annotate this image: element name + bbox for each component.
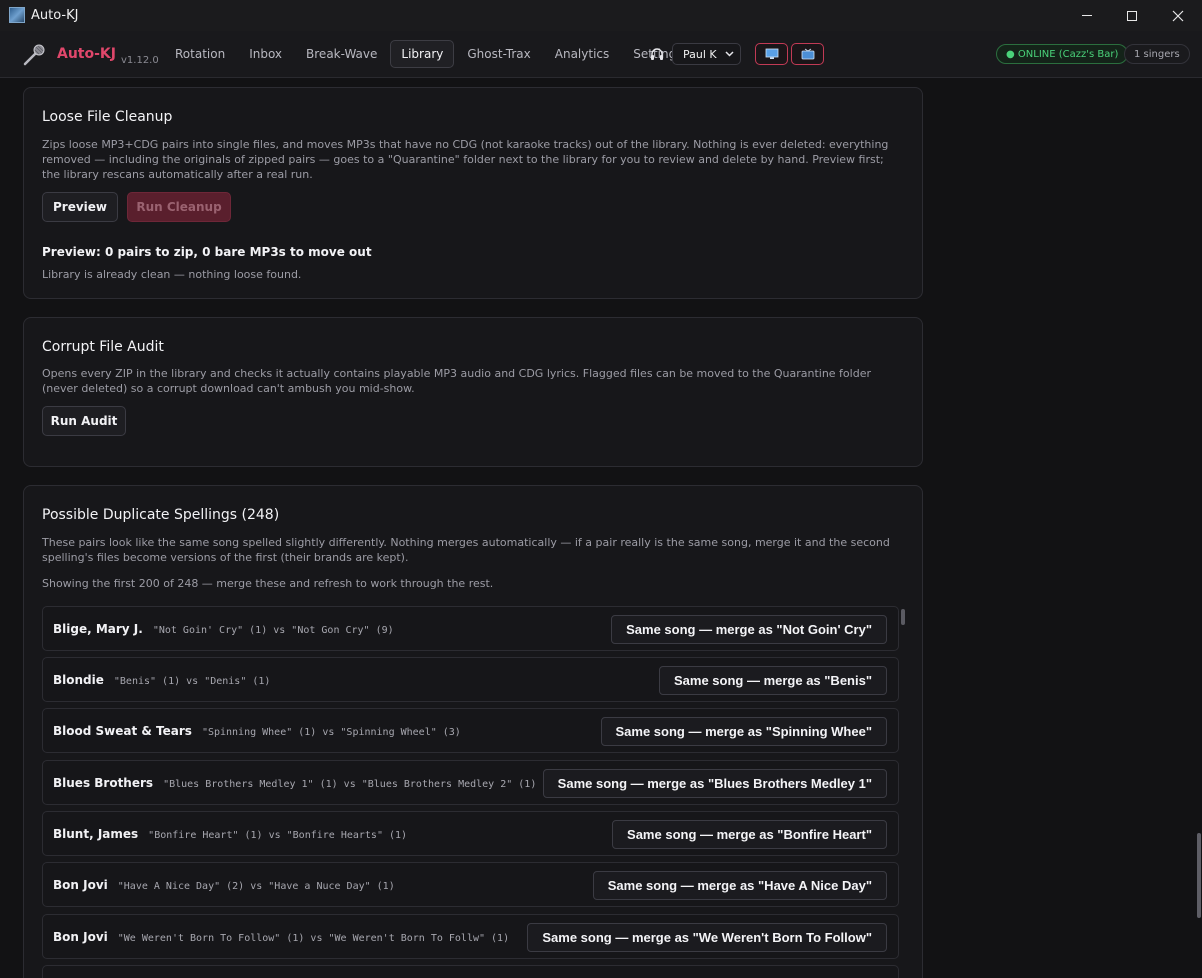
main-nav: Rotation Inbox Break-Wave Library Ghost-… bbox=[164, 40, 695, 68]
chevron-down-icon bbox=[725, 51, 734, 57]
preview-note: Library is already clean — nothing loose… bbox=[42, 268, 302, 281]
tv-icon bbox=[801, 48, 814, 60]
duplicate-artist: Blige, Mary J. "Not Goin' Cry" (1) vs "No… bbox=[53, 622, 394, 636]
duplicate-row: Bon Jovi "We Weren't Born To Follow" (1) … bbox=[42, 914, 899, 959]
duplicate-list-scrollbar[interactable] bbox=[901, 609, 905, 625]
tab-rotation[interactable]: Rotation bbox=[164, 40, 236, 68]
microphone-logo-icon bbox=[23, 44, 45, 66]
duplicate-row: Blood Sweat & Tears "Spinning Whee" (1) v… bbox=[42, 708, 899, 753]
tab-library[interactable]: Library bbox=[390, 40, 455, 68]
maximize-icon[interactable] bbox=[1109, 0, 1155, 31]
merge-button[interactable]: Same song — merge as "We Weren't Born To… bbox=[527, 923, 887, 952]
monitor-icon bbox=[765, 48, 778, 59]
audit-title: Corrupt File Audit bbox=[42, 339, 164, 355]
merge-button[interactable]: Same song — merge as "Have A Nice Day" bbox=[592, 871, 887, 900]
loose-file-cleanup-card: Loose File Cleanup Zips loose MP3+CDG pa… bbox=[23, 87, 923, 299]
cleanup-description: Zips loose MP3+CDG pairs into single fil… bbox=[42, 138, 889, 181]
library-content[interactable]: Loose File Cleanup Zips loose MP3+CDG pa… bbox=[0, 78, 1202, 978]
headphones-icon[interactable] bbox=[650, 47, 664, 61]
user-select[interactable]: Paul K bbox=[672, 43, 741, 65]
merge-button[interactable]: Same song — merge as "Benis" bbox=[658, 666, 887, 695]
duplicate-detail: "Spinning Whee" (1) vs "Spinning Wheel" … bbox=[201, 727, 461, 738]
merge-button[interactable]: Same song — merge as "Bonfire Heart" bbox=[612, 820, 887, 849]
duplicate-spellings-card: Possible Duplicate Spellings (248) These… bbox=[23, 485, 923, 978]
duplicate-detail: "Benis" (1) vs "Denis" (1) bbox=[113, 676, 271, 687]
tab-ghost-trax[interactable]: Ghost-Trax bbox=[456, 40, 541, 68]
page-scrollbar[interactable] bbox=[1197, 833, 1201, 918]
duplicates-description: These pairs look like the same song spel… bbox=[42, 536, 890, 564]
duplicate-row: Blondie "Benis" (1) vs "Denis" (1) Same s… bbox=[42, 657, 899, 702]
duplicate-detail: "Not Goin' Cry" (1) vs "Not Gon Cry" (9) bbox=[152, 625, 394, 636]
singers-count-badge: 1 singers bbox=[1124, 44, 1190, 64]
tab-inbox[interactable]: Inbox bbox=[238, 40, 293, 68]
duplicate-detail: "We Weren't Born To Follow" (1) vs "We W… bbox=[117, 933, 510, 944]
close-icon[interactable] bbox=[1155, 0, 1201, 31]
preview-button[interactable]: Preview bbox=[42, 192, 118, 222]
app-icon bbox=[9, 7, 25, 23]
run-cleanup-button[interactable]: Run Cleanup bbox=[127, 192, 231, 222]
duplicate-artist: Blondie "Benis" (1) vs "Denis" (1) bbox=[53, 673, 271, 687]
duplicate-detail: "Have A Nice Day" (2) vs "Have a Nuce Da… bbox=[117, 881, 395, 892]
brand-name: Auto-KJ bbox=[57, 46, 116, 62]
tv-screen-button[interactable] bbox=[791, 43, 824, 65]
preview-result: Preview: 0 pairs to zip, 0 bare MP3s to … bbox=[42, 245, 372, 259]
window-titlebar: Auto-KJ bbox=[0, 0, 1202, 31]
duplicate-artist: Bon Jovi "Have A Nice Day" (2) vs "Have a… bbox=[53, 878, 395, 892]
duplicate-detail: "Bonfire Heart" (1) vs "Bonfire Hearts" … bbox=[148, 830, 408, 841]
duplicates-title: Possible Duplicate Spellings (248) bbox=[42, 507, 280, 523]
merge-button[interactable]: Same song — merge as "Blues Brothers Med… bbox=[542, 769, 887, 798]
merge-button[interactable]: Same song — merge as "Not Goin' Cry" bbox=[611, 615, 887, 644]
duplicate-row: Blige, Mary J. "Not Goin' Cry" (1) vs "No… bbox=[42, 606, 899, 651]
duplicate-row: Blues Brothers "Blues Brothers Medley 1" … bbox=[42, 760, 899, 805]
duplicate-detail: "Blues Brothers Medley 1" (1) vs "Blues … bbox=[163, 779, 537, 790]
merge-button[interactable]: Same song — merge as "Spinning Whee" bbox=[600, 717, 887, 746]
app-header: Auto-KJ v1.12.0 Rotation Inbox Break-Wav… bbox=[0, 31, 1202, 78]
tab-analytics[interactable]: Analytics bbox=[544, 40, 621, 68]
duplicates-showing-note: Showing the first 200 of 248 — merge the… bbox=[42, 577, 494, 590]
duplicate-row: Bon Jovi "Have A Nice Day" (2) vs "Have a… bbox=[42, 862, 899, 907]
corrupt-file-audit-card: Corrupt File Audit Opens every ZIP in th… bbox=[23, 317, 923, 467]
duplicate-artist: Bon Jovi "We Weren't Born To Follow" (1) … bbox=[53, 930, 510, 944]
duplicate-artist: Blunt, James "Bonfire Heart" (1) vs "Bonf… bbox=[53, 827, 408, 841]
display-screen-button[interactable] bbox=[755, 43, 788, 65]
minimize-icon[interactable] bbox=[1064, 0, 1110, 31]
run-audit-button[interactable]: Run Audit bbox=[42, 406, 126, 436]
duplicate-row: Blunt, James "Bonfire Heart" (1) vs "Bonf… bbox=[42, 811, 899, 856]
online-status-badge: ● ONLINE (Cazz's Bar) bbox=[996, 44, 1129, 64]
duplicate-artist: Blood Sweat & Tears "Spinning Whee" (1) v… bbox=[53, 724, 461, 738]
version-label: v1.12.0 bbox=[121, 55, 159, 66]
cleanup-title: Loose File Cleanup bbox=[42, 109, 173, 125]
user-select-value: Paul K bbox=[683, 47, 717, 61]
tab-break-wave[interactable]: Break-Wave bbox=[295, 40, 388, 68]
duplicate-row-partial bbox=[42, 965, 899, 978]
audit-description: Opens every ZIP in the library and check… bbox=[42, 367, 871, 395]
window-title: Auto-KJ bbox=[31, 8, 79, 23]
duplicate-artist: Blues Brothers "Blues Brothers Medley 1" … bbox=[53, 776, 537, 790]
